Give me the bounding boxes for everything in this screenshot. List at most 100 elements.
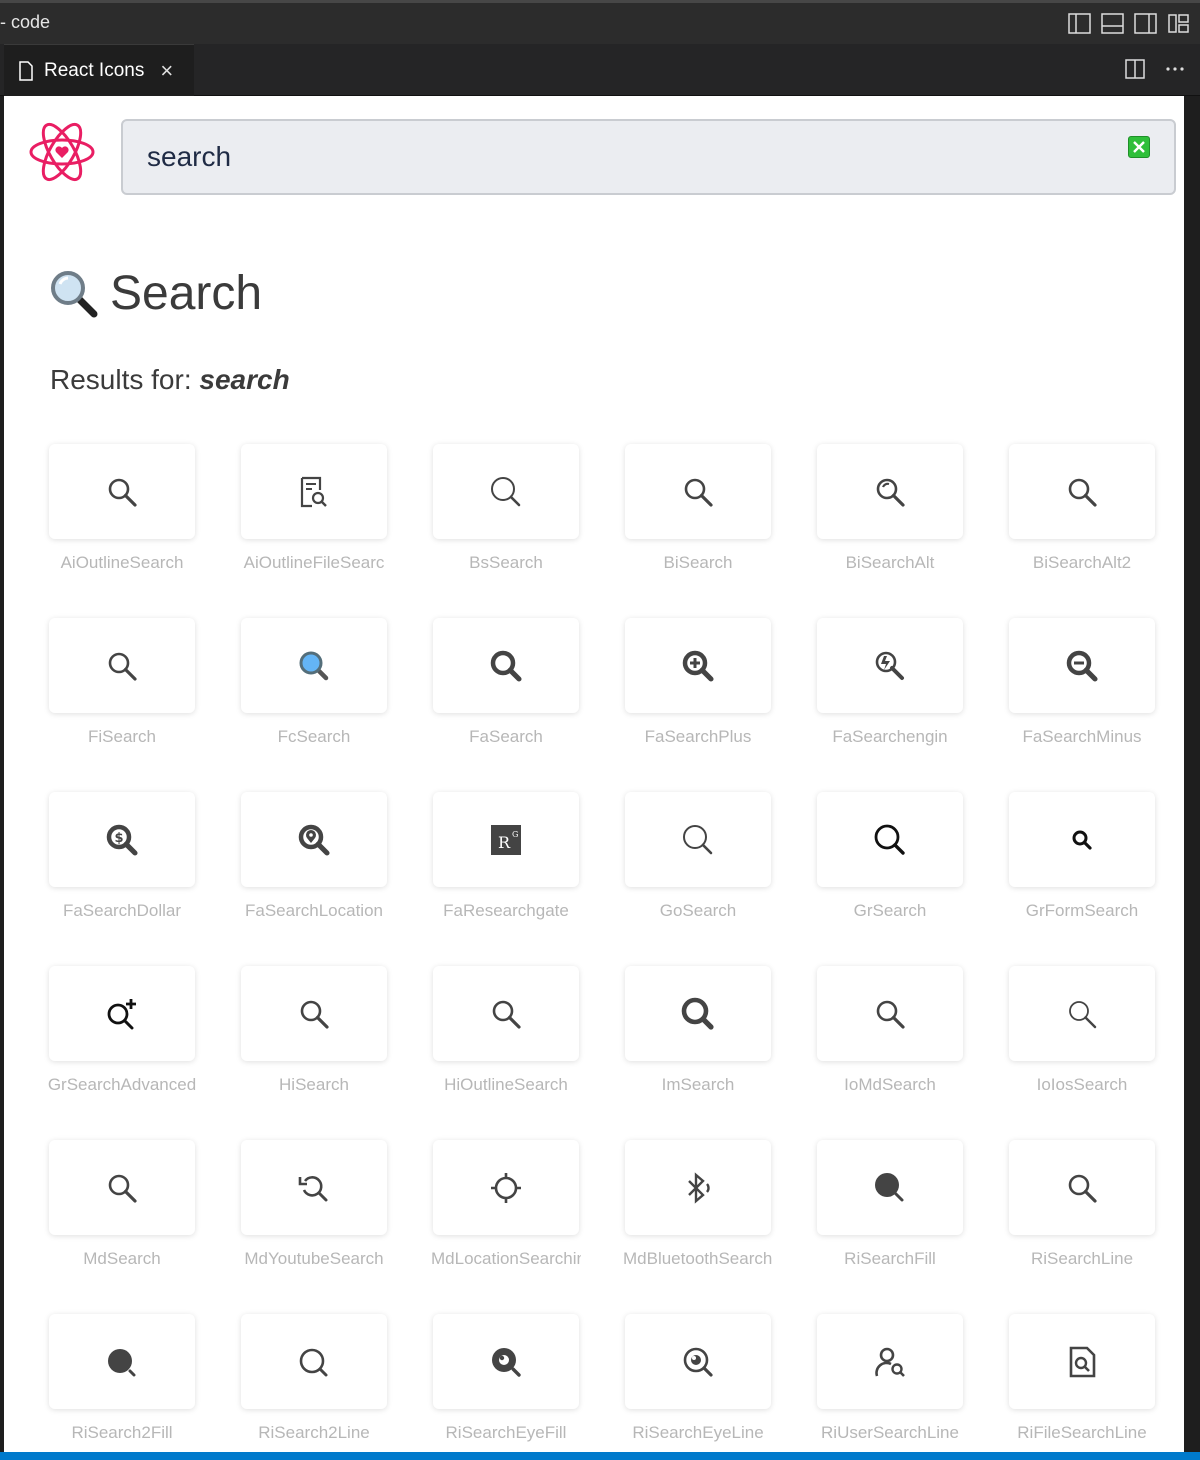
icon-card-ri-search2-line[interactable] (241, 1314, 387, 1409)
search-input[interactable] (147, 137, 1047, 177)
user-search-icon (875, 1347, 905, 1377)
icon-card-bi-search-alt[interactable] (817, 444, 963, 539)
icon-label: FiSearch (87, 727, 157, 746)
icon-card-fa-searchengin[interactable] (817, 618, 963, 713)
icon-label: FaResearchgate (443, 901, 569, 920)
icon-card-hi-search[interactable] (241, 966, 387, 1061)
search-fill-icon (875, 1172, 904, 1201)
icon-card-md-location-searching[interactable] (433, 1140, 579, 1235)
icon-card-ri-search2-fill[interactable] (49, 1314, 195, 1409)
toggle-panel-icon[interactable] (1101, 13, 1124, 34)
icon-tile-io-md-search: IoMdSearch (817, 966, 963, 1140)
icon-tile-fa-search-location: FaSearchLocation (241, 792, 387, 966)
icon-card-ai-outline-search[interactable] (49, 444, 195, 539)
icon-card-fa-search-plus[interactable] (625, 618, 771, 713)
split-editor-icon[interactable] (1124, 58, 1146, 80)
search-icon (1068, 478, 1097, 507)
results-prefix: Results for: (50, 364, 200, 395)
icon-card-fa-search-minus[interactable] (1009, 618, 1155, 713)
youtube-search-icon (298, 1175, 328, 1201)
icon-card-ri-user-search-line[interactable] (817, 1314, 963, 1409)
icon-card-ri-search-line[interactable] (1009, 1140, 1155, 1235)
icon-card-io-ios-search[interactable] (1009, 966, 1155, 1061)
search-thin-large-icon (491, 476, 521, 506)
search-icon (876, 1000, 905, 1029)
icon-tile-fc-search: FcSearch (241, 618, 387, 792)
icon-card-fc-search[interactable] (241, 618, 387, 713)
icon-card-fa-search-location[interactable] (241, 792, 387, 887)
icon-tile-gr-search: GrSearch (817, 792, 963, 966)
icon-label: MdLocationSearching (431, 1249, 581, 1268)
icon-label: AiOutlineSearch (60, 553, 184, 572)
icon-card-go-search[interactable] (625, 792, 771, 887)
icon-card-ri-search-eye-fill[interactable] (433, 1314, 579, 1409)
icon-tile-fa-search-dollar: $ FaSearchDollar (49, 792, 195, 966)
icon-tile-fi-search: FiSearch (49, 618, 195, 792)
icon-label: FaSearch (469, 727, 543, 746)
icon-card-ri-file-search-line[interactable] (1009, 1314, 1155, 1409)
icon-card-ri-search-eye-line[interactable] (625, 1314, 771, 1409)
icon-tile-hi-search: HiSearch (241, 966, 387, 1140)
tab-react-icons[interactable]: React Icons × (4, 44, 194, 96)
icon-card-ai-outline-file-searc[interactable] (241, 444, 387, 539)
icon-tile-hi-outline-search: HiOutlineSearch (433, 966, 579, 1140)
location-searching-icon (491, 1172, 521, 1203)
window-title: - code (0, 12, 51, 32)
icon-card-ri-search-fill[interactable] (817, 1140, 963, 1235)
icon-grid: AiOutlineSearch AiOutlineFileSearc BsSearc… (48, 444, 1159, 1452)
icon-card-md-youtube-search[interactable] (241, 1140, 387, 1235)
toggle-secondary-sidebar-icon[interactable] (1134, 13, 1157, 34)
icon-card-hi-outline-search[interactable] (433, 966, 579, 1061)
icon-label: FaSearchDollar (62, 901, 182, 920)
search-icon (1068, 1174, 1097, 1203)
icon-card-gr-form-search[interactable] (1009, 792, 1155, 887)
icon-card-gr-search[interactable] (817, 792, 963, 887)
more-actions-icon[interactable] (1164, 58, 1186, 80)
icon-tile-ri-search-fill: RiSearchFill (817, 1140, 963, 1314)
researchgate-icon: RG (491, 824, 521, 855)
icon-card-fi-search[interactable] (49, 618, 195, 713)
icon-card-md-bluetooth-searching[interactable] (625, 1140, 771, 1235)
search-icon (108, 652, 137, 681)
icon-card-bi-search[interactable] (625, 444, 771, 539)
svg-text:G: G (512, 830, 518, 839)
clear-search-icon[interactable] (1128, 136, 1150, 158)
search-small-icon (1072, 830, 1092, 850)
icon-label: GrFormSearch (1025, 901, 1139, 920)
search-icon (108, 478, 137, 507)
icon-tile-fa-researchgate: R G FaResearchgate (433, 792, 579, 966)
icon-tile-io-ios-search: IoIosSearch (1009, 966, 1155, 1140)
icon-card-fa-search[interactable] (433, 618, 579, 713)
icon-card-bs-search[interactable] (433, 444, 579, 539)
icon-card-md-search[interactable] (49, 1140, 195, 1235)
icon-label: FaSearchMinus (1022, 727, 1142, 746)
icon-label: BiSearchAlt2 (1032, 553, 1132, 572)
search-icon (492, 1000, 521, 1029)
search-location-icon (298, 824, 330, 856)
search-advanced-icon (107, 998, 136, 1029)
icon-card-bi-search-alt2[interactable] (1009, 444, 1155, 539)
customize-layout-icon[interactable] (1167, 13, 1190, 34)
svg-text:R: R (498, 833, 511, 852)
icon-tile-ri-search-eye-line: RiSearchEyeLine (625, 1314, 771, 1452)
icon-card-io-md-search[interactable] (817, 966, 963, 1061)
react-icons-logo[interactable] (28, 118, 96, 186)
icon-card-gr-search-advanced[interactable] (49, 966, 195, 1061)
icon-label: RiSearch2Fill (71, 1423, 173, 1442)
icon-label: IoIosSearch (1036, 1075, 1128, 1094)
icon-tile-ri-file-search-line: RiFileSearchLine (1009, 1314, 1155, 1452)
close-tab-icon[interactable]: × (160, 59, 173, 82)
icon-card-im-search[interactable] (625, 966, 771, 1061)
icon-tile-ai-outline-search: AiOutlineSearch (49, 444, 195, 618)
icon-card-fa-researchgate[interactable]: RG (433, 792, 579, 887)
icon-label: BiSearchAlt (845, 553, 935, 572)
icon-card-fa-search-dollar[interactable]: $ (49, 792, 195, 887)
toggle-primary-sidebar-icon[interactable] (1068, 13, 1091, 34)
search-icon (300, 1000, 329, 1029)
icon-tile-bi-search: BiSearch (625, 444, 771, 618)
icon-tile-fa-search-plus: FaSearchPlus (625, 618, 771, 792)
icon-tile-md-search: MdSearch (49, 1140, 195, 1314)
svg-text:$: $ (114, 831, 123, 846)
icon-tile-im-search: ImSearch (625, 966, 771, 1140)
editor-actions (1124, 58, 1186, 80)
